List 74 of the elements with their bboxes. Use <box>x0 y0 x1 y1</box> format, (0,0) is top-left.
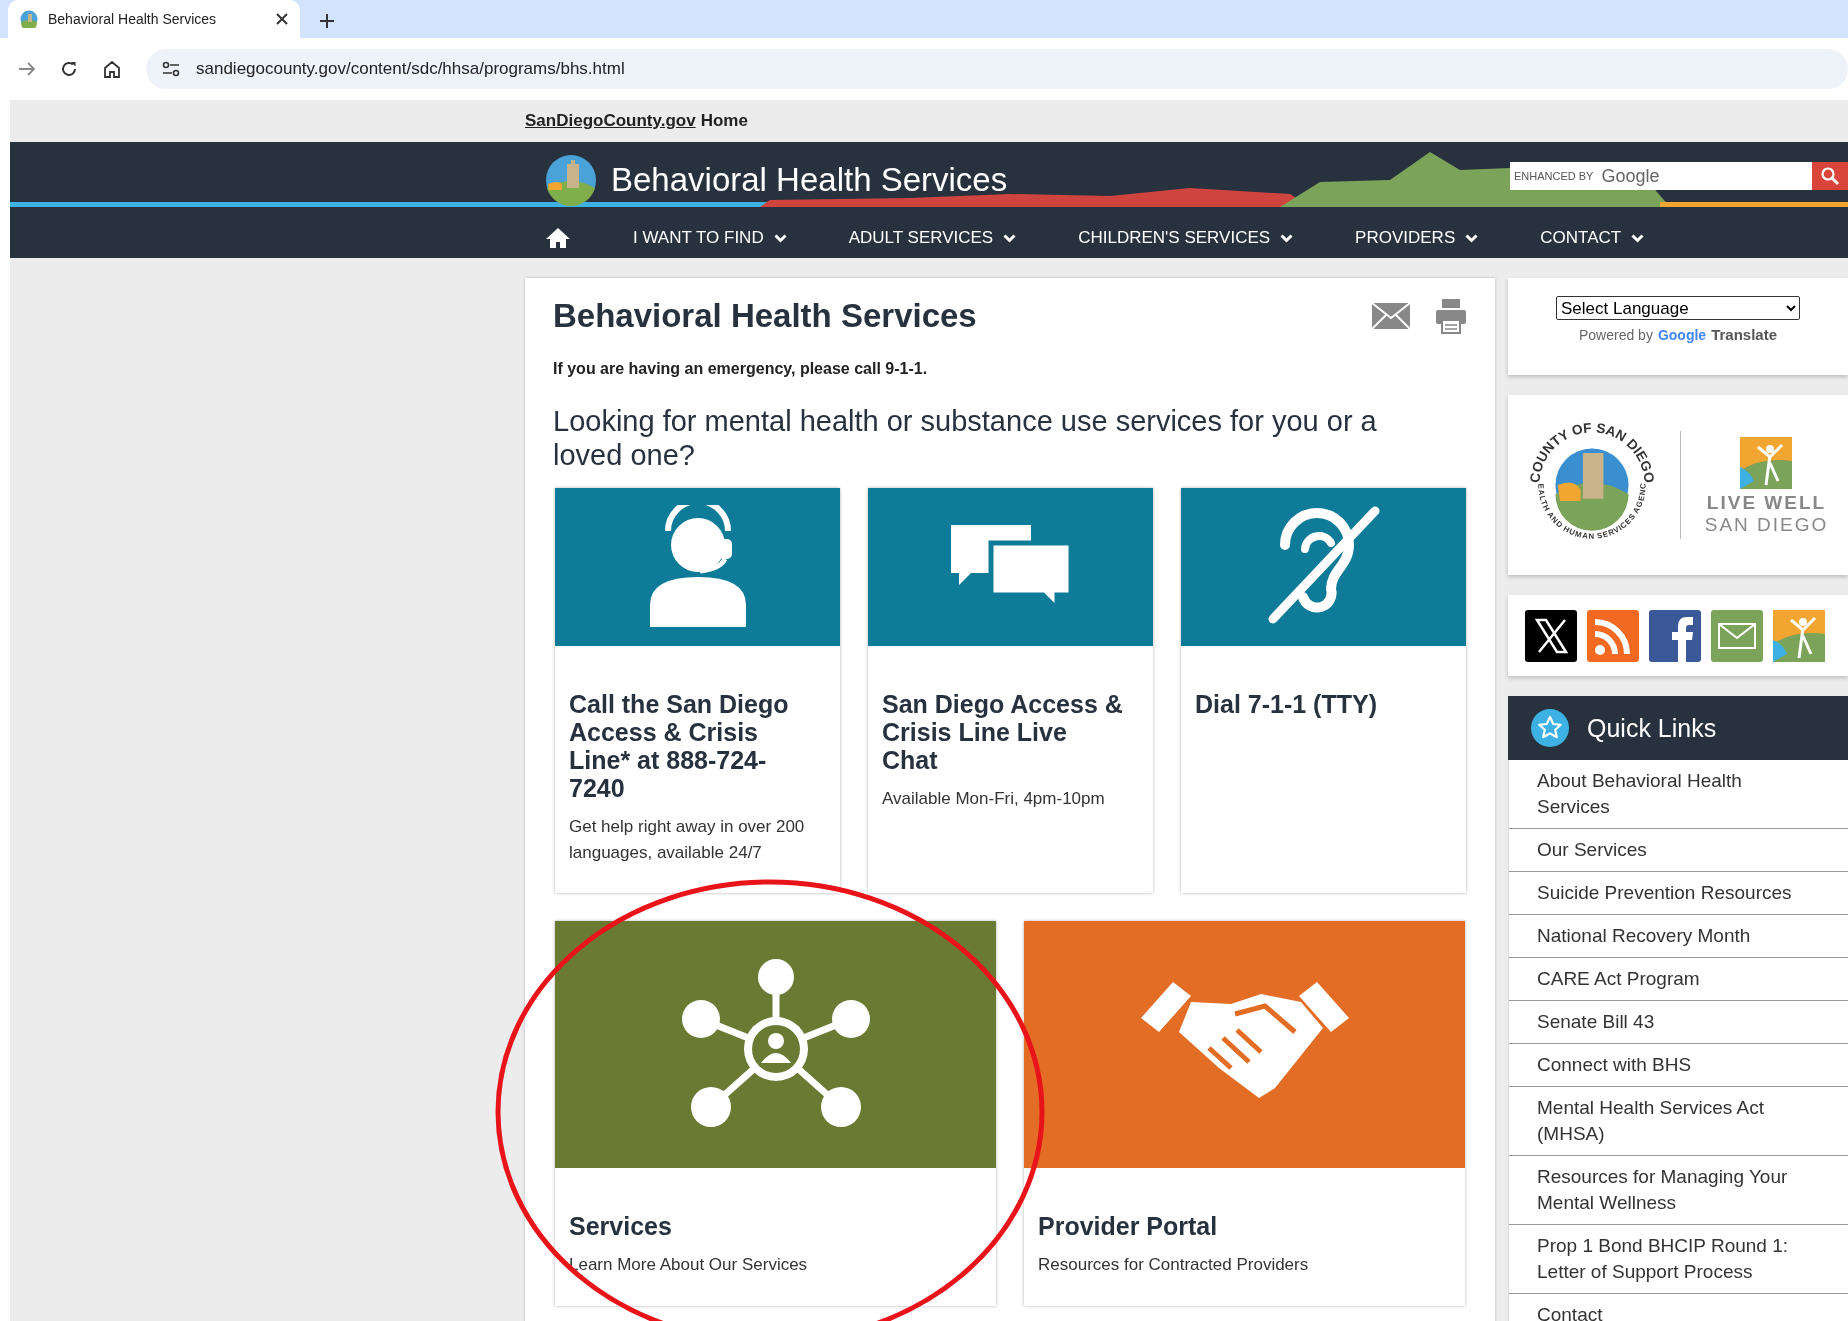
quick-link[interactable]: About Behavioral Health Services <box>1509 760 1848 829</box>
card-title[interactable]: San Diego Access & Crisis Line Live Chat <box>882 690 1129 774</box>
chevron-down-icon <box>1465 233 1479 243</box>
site-settings-icon[interactable] <box>162 61 180 77</box>
home-label: Home <box>700 111 748 131</box>
service-card[interactable]: San Diego Access & Crisis Line Live Chat Available Mon-Fri, 4pm-10pm <box>868 488 1153 893</box>
page-title: Behavioral Health Services <box>553 296 978 336</box>
rss-feed-icon[interactable] <box>1587 609 1639 662</box>
reload-icon[interactable] <box>60 60 78 78</box>
service-card[interactable]: Call the San Diego Access & Crisis Line* at 888-724-7240 Get help right away in over 200 languages, available 24/7 <box>555 488 840 893</box>
quick-link[interactable]: Our Services <box>1509 829 1848 872</box>
service-card[interactable]: Dial 7-1-1 (TTY) <box>1181 488 1466 893</box>
tab-title: Behavioral Health Services <box>48 11 218 27</box>
print-button[interactable] <box>1435 298 1467 334</box>
site-title: Behavioral Health Services <box>611 161 1008 199</box>
translate-link[interactable]: Translate <box>1711 326 1777 343</box>
quick-link[interactable]: Senate Bill 43 <box>1509 1001 1848 1044</box>
site-logo-icon <box>20 10 38 28</box>
card-title[interactable]: Call the San Diego Access & Crisis Line* at 888-724-7240 <box>569 690 816 802</box>
quick-link[interactable]: Connect with BHS <box>1509 1044 1848 1087</box>
card-description: Resources for Contracted Providers <box>1038 1254 1310 1276</box>
quick-link[interactable]: National Recovery Month <box>1509 915 1848 958</box>
card-title[interactable]: Provider Portal <box>1038 1212 1441 1240</box>
live-well-wordmark: LIVE WELL <box>1706 495 1827 511</box>
nav-menu-item[interactable]: CONTACT <box>1540 228 1645 248</box>
home-icon[interactable] <box>102 59 122 79</box>
envelope-icon <box>1371 302 1411 330</box>
forward-arrow-icon[interactable] <box>18 62 36 76</box>
quick-link[interactable]: Resources for Managing Your Mental Wellness <box>1509 1156 1848 1225</box>
language-select[interactable]: Select Language <box>1556 296 1800 320</box>
close-icon <box>276 13 288 25</box>
home-button[interactable] <box>545 227 571 249</box>
site-logo-icon <box>545 154 597 206</box>
email-icon[interactable] <box>1711 609 1763 662</box>
person-headset-icon <box>647 505 748 629</box>
facebook-logo-icon[interactable] <box>1649 609 1701 662</box>
address-bar[interactable]: sandiegocounty.gov/content/sdc/hhsa/programs/bhs.html <box>146 49 1848 89</box>
san-diego-wordmark: SAN DIEGO <box>1704 517 1829 533</box>
quick-link[interactable]: CARE Act Program <box>1509 958 1848 1001</box>
chevron-down-icon <box>1631 233 1645 243</box>
quick-links-title: Quick Links <box>1587 713 1717 743</box>
search-button[interactable] <box>1812 162 1848 190</box>
intro-heading: Looking for mental health or substance use services for you or a loved one? <box>553 404 1378 472</box>
home-icon <box>545 227 571 249</box>
card-description: Get help right away in over 200 languages, available 24/7 <box>569 816 806 864</box>
card-title[interactable]: Dial 7-1-1 (TTY) <box>1195 690 1442 718</box>
chevron-down-icon <box>1003 233 1017 243</box>
quick-link[interactable]: Mental Health Services Act (MHSA) <box>1509 1087 1848 1156</box>
chevron-down-icon <box>773 233 787 243</box>
nav-menu-item[interactable]: ADULT SERVICES <box>848 228 1017 248</box>
nav-menu-item[interactable]: I WANT TO FIND <box>633 228 787 248</box>
quick-link[interactable]: Contact <box>1509 1294 1848 1321</box>
service-card[interactable]: Provider Portal Resources for Contracted Providers <box>1024 921 1465 1306</box>
tab-close-button[interactable] <box>276 13 288 25</box>
browser-tab[interactable]: Behavioral Health Services <box>8 0 300 38</box>
chevron-down-icon <box>1280 233 1294 243</box>
live-well-logo-icon <box>1740 437 1793 489</box>
google-wordmark: Google <box>1657 327 1707 343</box>
email-button[interactable] <box>1371 302 1411 330</box>
search-icon <box>1820 166 1840 186</box>
powered-by-text: Powered by <box>1578 327 1653 343</box>
plus-icon <box>320 14 334 28</box>
live-well-logo-icon[interactable] <box>1773 609 1825 662</box>
emergency-notice: If you are having an emergency, please call 9-1-1. <box>553 360 929 378</box>
quick-link[interactable]: Suicide Prevention Resources <box>1509 872 1848 915</box>
card-title[interactable]: Services <box>569 1212 972 1240</box>
x-logo-icon[interactable] <box>1525 609 1577 662</box>
quick-link[interactable]: Prop 1 Bond BHCIP Round 1: Letter of Support Process <box>1509 1225 1848 1294</box>
search-field[interactable]: ENHANCED BY Google <box>1510 162 1812 190</box>
nav-menu-item[interactable]: CHILDREN'S SERVICES <box>1078 228 1294 248</box>
printer-icon <box>1435 298 1467 334</box>
nav-menu-item[interactable]: PROVIDERS <box>1355 228 1479 248</box>
county-home-link[interactable]: SanDiegoCounty.gov <box>525 111 696 131</box>
card-description: Available Mon-Fri, 4pm-10pm <box>882 788 1106 810</box>
